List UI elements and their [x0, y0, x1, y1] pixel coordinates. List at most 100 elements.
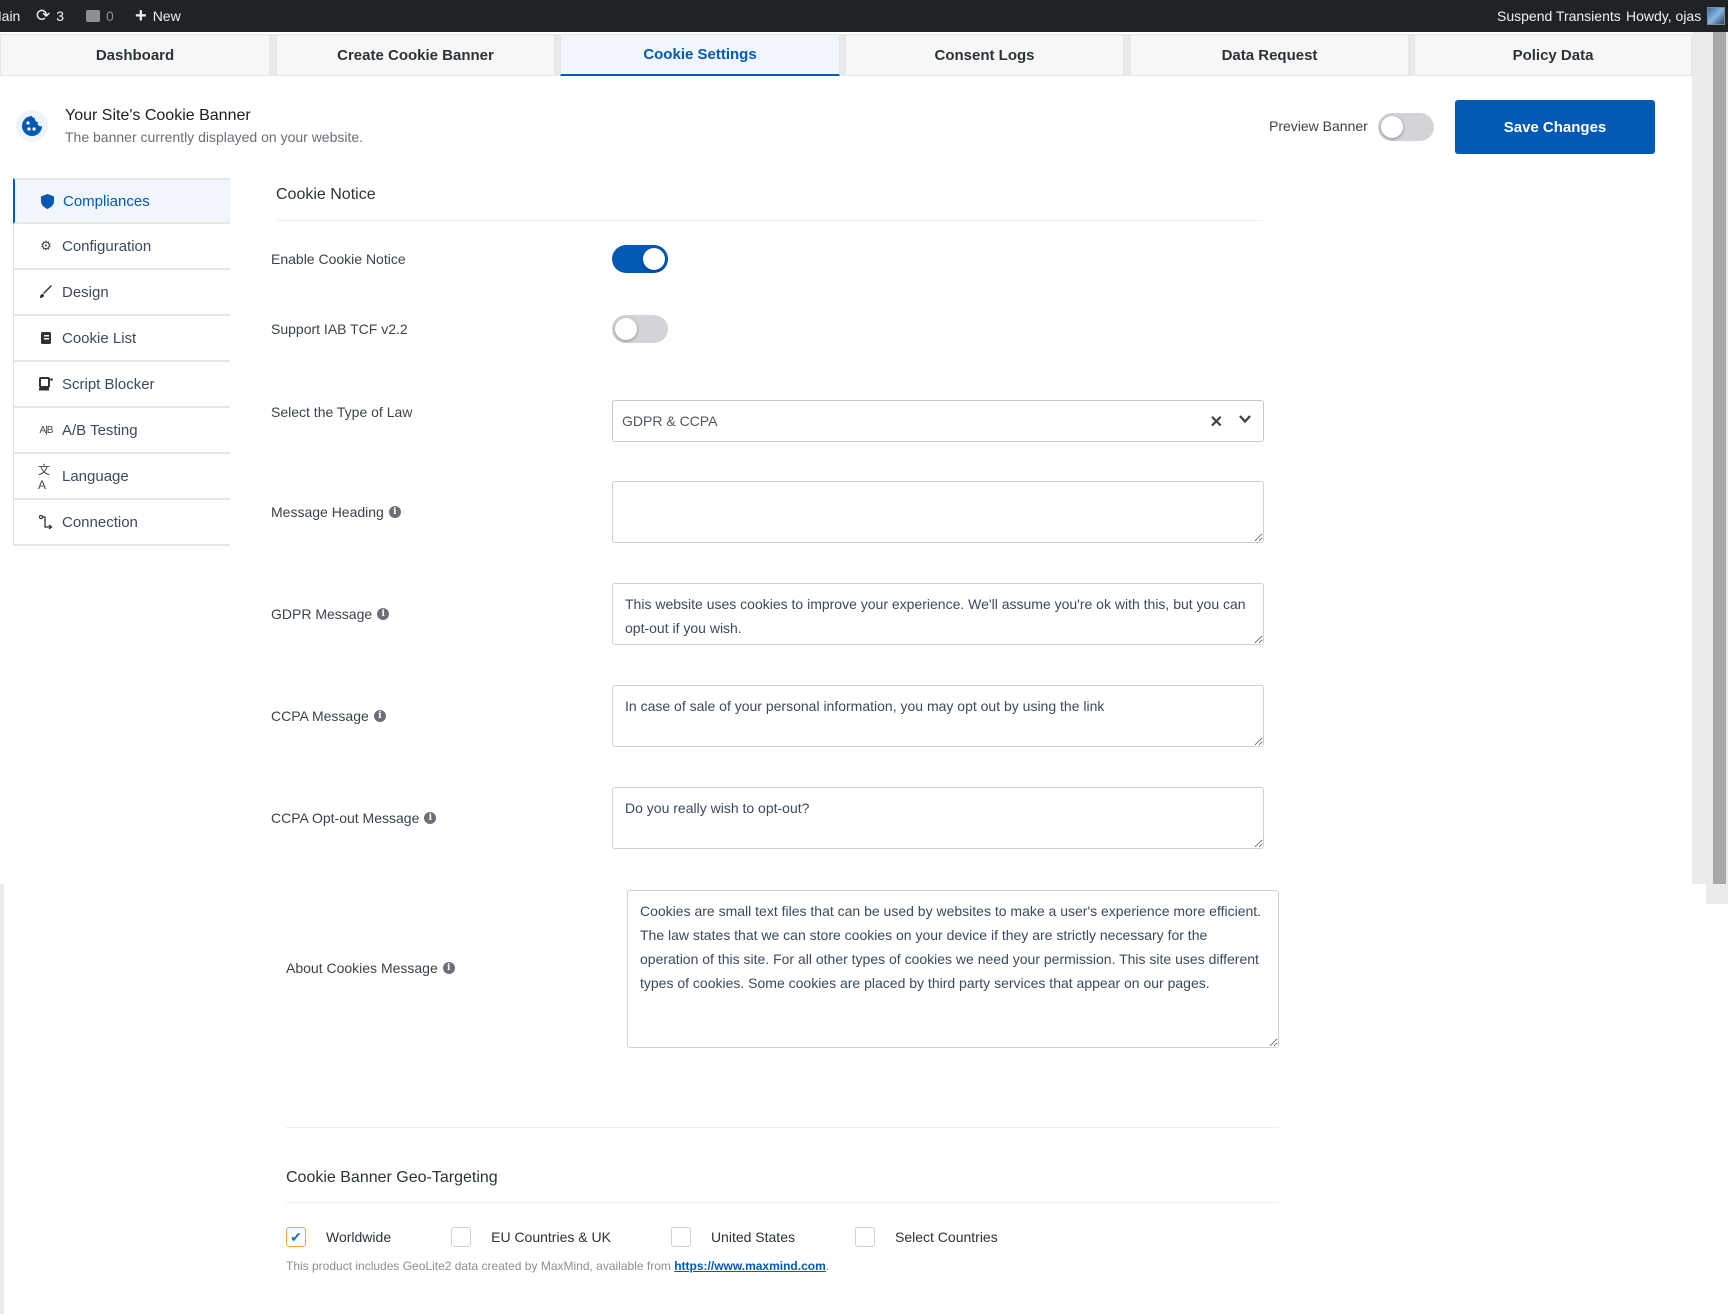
- sidebar-item-cookie-list[interactable]: Cookie List: [13, 316, 230, 362]
- enable-cookie-notice-toggle[interactable]: [612, 245, 668, 273]
- sidebar-item-design[interactable]: Design: [13, 270, 230, 316]
- toggle-knob: [1381, 116, 1403, 138]
- section-divider: [276, 220, 1263, 221]
- geolite-note: This product includes GeoLite2 data crea…: [286, 1259, 829, 1273]
- us-checkbox[interactable]: [670, 1227, 691, 1247]
- tab-dashboard[interactable]: Dashboard: [0, 34, 270, 76]
- site-name: Main: [0, 8, 21, 24]
- maxmind-link[interactable]: https://www.maxmind.com: [674, 1259, 826, 1273]
- admin-bar: Main ⟳ 3 0 + New Suspend Transients Howd…: [0, 0, 1728, 32]
- brush-icon: [38, 284, 54, 300]
- enable-cookie-notice-label: Enable Cookie Notice: [271, 251, 406, 267]
- option-label: United States: [710, 1229, 795, 1245]
- suspend-transients-label: Suspend Transients: [1497, 8, 1621, 24]
- sidebar-item-connection[interactable]: Connection: [13, 500, 230, 546]
- label-text: Support IAB TCF v2.2: [271, 321, 408, 337]
- chevron-down-icon[interactable]: [1239, 413, 1251, 425]
- section-divider: [286, 1202, 1279, 1203]
- option-label: EU Countries & UK: [491, 1229, 611, 1245]
- sidebar-item-label: Connection: [62, 513, 138, 531]
- sidebar-item-label: Script Blocker: [62, 375, 155, 393]
- comments-count: 0: [106, 8, 114, 24]
- sidebar-item-script-blocker[interactable]: Script Blocker: [13, 362, 230, 408]
- updates-icon: ⟳: [36, 6, 51, 25]
- sidebar-item-language[interactable]: 文A Language: [13, 454, 230, 500]
- about-cookies-input[interactable]: Cookies are small text files that can be…: [627, 890, 1279, 1048]
- sidebar-item-configuration[interactable]: ⚙ Configuration: [13, 224, 230, 270]
- howdy-label: Howdy, ojas: [1626, 8, 1702, 24]
- geo-option-us[interactable]: United States: [670, 1227, 795, 1247]
- new-content-link[interactable]: + New: [135, 0, 181, 32]
- toggle-knob: [615, 318, 637, 340]
- label-text: Message Heading: [271, 504, 384, 520]
- sidebar-item-label: A/B Testing: [62, 421, 138, 439]
- gdpr-message-input[interactable]: This website uses cookies to improve you…: [612, 583, 1264, 645]
- tab-policy-data[interactable]: Policy Data: [1414, 34, 1692, 76]
- eu-checkbox[interactable]: [451, 1227, 472, 1247]
- ccpa-optout-input[interactable]: Do you really wish to opt-out?: [612, 787, 1264, 849]
- info-icon[interactable]: i: [388, 506, 401, 518]
- label-text: CCPA Opt-out Message: [271, 810, 420, 826]
- option-label: Worldwide: [326, 1229, 392, 1245]
- label-text: CCPA Message: [271, 708, 369, 724]
- preview-banner-label: Preview Banner: [1269, 118, 1368, 134]
- script-icon: [38, 376, 54, 392]
- sidebar-item-label: Language: [62, 467, 129, 485]
- sidebar-item-compliances[interactable]: Compliances: [13, 178, 230, 224]
- comments-link[interactable]: 0: [86, 0, 114, 32]
- connection-icon: [38, 514, 54, 530]
- sidebar-item-label: Design: [62, 283, 109, 301]
- law-type-select[interactable]: GDPR & CCPA ✕: [612, 400, 1264, 442]
- tab-create-cookie-banner[interactable]: Create Cookie Banner: [276, 34, 555, 76]
- left-gutter: [0, 884, 4, 1314]
- right-gutter: [1706, 884, 1728, 904]
- banner-subtitle: The banner currently displayed on your w…: [65, 129, 364, 145]
- geo-option-eu[interactable]: EU Countries & UK: [451, 1227, 611, 1247]
- geo-targeting-title: Cookie Banner Geo-Targeting: [286, 1169, 498, 1186]
- site-name-link[interactable]: Main: [0, 0, 20, 32]
- new-label: New: [152, 8, 181, 24]
- info-icon[interactable]: i: [442, 962, 455, 974]
- message-heading-label: Message Heading i: [271, 504, 401, 520]
- info-icon[interactable]: i: [424, 812, 437, 824]
- clear-icon[interactable]: ✕: [1210, 412, 1223, 432]
- suspend-transients-link[interactable]: Suspend Transients: [1497, 0, 1621, 32]
- ccpa-message-input[interactable]: In case of sale of your personal informa…: [612, 685, 1264, 747]
- sidebar-item-ab-testing[interactable]: A|B A/B Testing: [13, 408, 230, 454]
- geo-options: ✔ Worldwide EU Countries & UK United Sta…: [286, 1227, 998, 1247]
- law-type-value: GDPR & CCPA: [622, 413, 718, 429]
- label-text: Enable Cookie Notice: [271, 251, 406, 267]
- sidebar-item-label: Cookie List: [62, 329, 137, 347]
- settings-sidebar: Compliances ⚙ Configuration Design Cooki…: [13, 178, 230, 546]
- info-icon[interactable]: i: [373, 710, 386, 722]
- worldwide-checkbox[interactable]: ✔: [286, 1227, 306, 1247]
- translate-icon: 文A: [38, 462, 51, 492]
- cookie-icon: [16, 110, 48, 142]
- ccpa-message-label: CCPA Message i: [271, 708, 386, 724]
- gdpr-message-label: GDPR Message i: [271, 606, 390, 622]
- section-divider: [286, 1127, 1279, 1128]
- tab-cookie-settings[interactable]: Cookie Settings: [560, 34, 840, 76]
- sidebar-item-label: Compliances: [63, 192, 150, 210]
- tab-data-request[interactable]: Data Request: [1130, 34, 1409, 76]
- save-changes-button[interactable]: Save Changes: [1455, 100, 1655, 154]
- note-end: .: [825, 1259, 830, 1273]
- banner-title: Your Site's Cookie Banner: [65, 107, 251, 124]
- tab-consent-logs[interactable]: Consent Logs: [845, 34, 1124, 76]
- support-iab-toggle[interactable]: [612, 315, 668, 343]
- scrollbar-thumb[interactable]: [1713, 32, 1726, 884]
- updates-link[interactable]: ⟳ 3: [36, 0, 64, 32]
- shield-icon: [39, 193, 55, 209]
- select-countries-checkbox[interactable]: [855, 1227, 875, 1247]
- main-tabs: Dashboard Create Cookie Banner Cookie Se…: [0, 34, 1692, 76]
- preview-banner-toggle[interactable]: [1378, 113, 1434, 141]
- info-icon[interactable]: i: [377, 608, 390, 620]
- user-menu[interactable]: Howdy, ojas: [1626, 0, 1726, 32]
- scroll-icon: [38, 330, 54, 346]
- geo-option-worldwide[interactable]: ✔ Worldwide: [286, 1227, 391, 1247]
- message-heading-input[interactable]: [612, 481, 1264, 543]
- toggle-knob: [643, 248, 665, 270]
- geo-option-select-countries[interactable]: Select Countries: [855, 1227, 998, 1247]
- law-type-label: Select the Type of Law: [271, 404, 412, 420]
- updates-count: 3: [56, 8, 65, 24]
